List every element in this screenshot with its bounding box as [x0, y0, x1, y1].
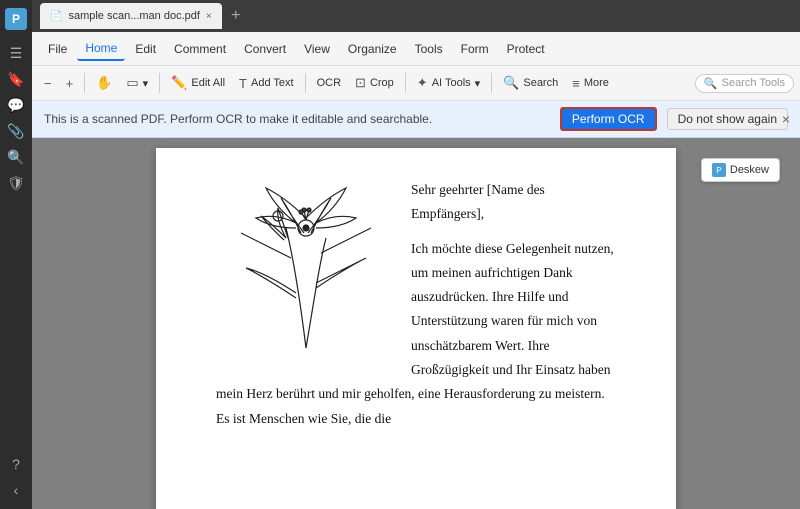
- pdf-viewer: Sehr geehrter [Name des Empfängers], Ich…: [32, 138, 800, 509]
- search-label: Search: [523, 77, 558, 89]
- pdf-tab[interactable]: 📄 sample scan...man doc.pdf ×: [40, 3, 222, 29]
- ai-tools-button[interactable]: ✦ AI Tools ▾: [411, 72, 486, 94]
- zoom-in-button[interactable]: +: [60, 73, 80, 94]
- dropdown-arrow: ▾: [143, 77, 149, 90]
- search-icon: 🔍: [503, 75, 519, 91]
- menu-form[interactable]: Form: [453, 38, 497, 60]
- divider-3: [305, 73, 306, 93]
- edit-icon: ✏️: [171, 75, 187, 91]
- edit-all-button[interactable]: ✏️ Edit All: [165, 72, 231, 94]
- do-not-show-button[interactable]: Do not show again: [667, 108, 788, 130]
- menu-edit[interactable]: Edit: [127, 38, 164, 60]
- more-button[interactable]: ≡ More: [566, 73, 615, 94]
- ocr-button[interactable]: OCR: [311, 74, 347, 92]
- ai-tools-label: AI Tools: [432, 77, 471, 89]
- sidebar-attachment-icon[interactable]: 📎: [5, 120, 27, 142]
- deskew-icon: P: [712, 163, 726, 177]
- sidebar-collapse-icon[interactable]: ‹: [5, 479, 27, 501]
- new-tab-button[interactable]: +: [226, 6, 246, 26]
- app-logo: P: [5, 8, 27, 30]
- sidebar-search-icon[interactable]: 🔍: [5, 146, 27, 168]
- crop-label: Crop: [370, 77, 394, 89]
- ocr-banner: This is a scanned PDF. Perform OCR to ma…: [32, 101, 800, 138]
- add-text-icon: T: [239, 76, 247, 91]
- pdf-page: Sehr geehrter [Name des Empfängers], Ich…: [156, 148, 676, 509]
- divider-5: [491, 73, 492, 93]
- left-sidebar: P ☰ 🔖 💬 📎 🔍 🛡 ? ‹: [0, 0, 32, 509]
- ai-icon: ✦: [417, 75, 428, 91]
- menu-tools[interactable]: Tools: [407, 38, 451, 60]
- sidebar-help-icon[interactable]: ?: [5, 453, 27, 475]
- search-tools-placeholder: Search Tools: [722, 77, 785, 89]
- menu-home[interactable]: Home: [77, 37, 125, 61]
- more-icon: ≡: [572, 76, 580, 91]
- hand-tool-button[interactable]: ✋: [90, 72, 118, 94]
- sidebar-menu-icon[interactable]: ☰: [5, 42, 27, 64]
- search-tools-icon: 🔍: [704, 77, 718, 90]
- ocr-banner-text: This is a scanned PDF. Perform OCR to ma…: [44, 112, 550, 126]
- tab-close-button[interactable]: ×: [206, 11, 212, 22]
- zoom-in-icon: +: [66, 76, 74, 91]
- menu-organize[interactable]: Organize: [340, 38, 405, 60]
- menu-convert[interactable]: Convert: [236, 38, 294, 60]
- menu-view[interactable]: View: [296, 38, 338, 60]
- crop-button[interactable]: ⊡ Crop: [349, 72, 400, 94]
- sidebar-shield-icon[interactable]: 🛡: [5, 172, 27, 194]
- menu-bar: File Home Edit Comment Convert View Orga…: [32, 32, 800, 66]
- tab-bar: 📄 sample scan...man doc.pdf × +: [32, 0, 800, 32]
- main-area: 📄 sample scan...man doc.pdf × + File Hom…: [32, 0, 800, 509]
- menu-file[interactable]: File: [40, 38, 75, 60]
- divider-1: [84, 73, 85, 93]
- deskew-label: Deskew: [730, 164, 769, 176]
- ai-dropdown-arrow: ▾: [475, 77, 481, 90]
- search-tools-box[interactable]: 🔍 Search Tools: [695, 74, 794, 93]
- toolbar: File Home Edit Comment Convert View Orga…: [32, 32, 800, 101]
- crop-icon: ⊡: [355, 75, 366, 91]
- more-label: More: [584, 77, 609, 89]
- divider-2: [159, 73, 160, 93]
- tab-label: sample scan...man doc.pdf: [68, 10, 199, 22]
- hand-icon: ✋: [96, 75, 112, 91]
- select-tool-button[interactable]: ▭ ▾: [120, 72, 154, 94]
- flower-illustration: [216, 178, 396, 358]
- cursor-icon: ▭: [126, 75, 138, 91]
- sidebar-bookmark-icon[interactable]: 🔖: [5, 68, 27, 90]
- menu-comment[interactable]: Comment: [166, 38, 234, 60]
- zoom-out-icon: −: [44, 76, 52, 91]
- search-button[interactable]: 🔍 Search: [497, 72, 564, 94]
- edit-all-label: Edit All: [191, 77, 225, 89]
- sidebar-comment-icon[interactable]: 💬: [5, 94, 27, 116]
- zoom-out-button[interactable]: −: [38, 73, 58, 94]
- add-text-label: Add Text: [251, 77, 294, 89]
- banner-close-button[interactable]: ×: [782, 111, 790, 127]
- add-text-button[interactable]: T Add Text: [233, 73, 300, 94]
- perform-ocr-button[interactable]: Perform OCR: [560, 107, 657, 131]
- menu-protect[interactable]: Protect: [499, 38, 553, 60]
- ocr-label: OCR: [317, 77, 341, 89]
- deskew-button[interactable]: P Deskew: [701, 158, 780, 182]
- tool-bar: − + ✋ ▭ ▾ ✏️ Edit All T Add Text: [32, 66, 800, 100]
- divider-4: [405, 73, 406, 93]
